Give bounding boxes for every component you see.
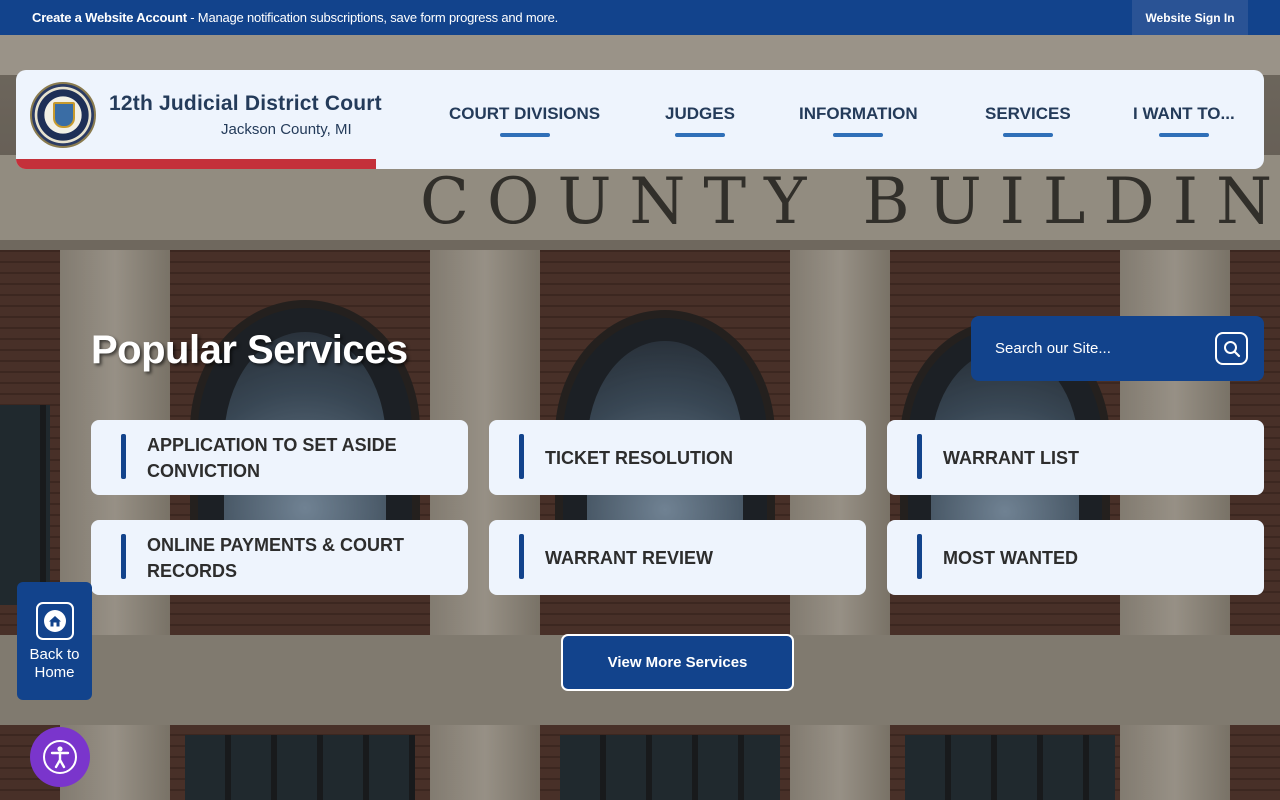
nav-i-want-to[interactable]: I WANT TO... [1133,104,1235,137]
nav-label: JUDGES [665,104,735,123]
service-card-label: ONLINE PAYMENTS & COURT RECORDS [147,534,405,581]
nav-label: INFORMATION [799,104,918,123]
site-search [971,316,1264,381]
site-subtitle: Jackson County, MI [221,121,352,138]
accessibility-button[interactable] [30,727,90,787]
service-card-label: TICKET RESOLUTION [545,447,733,468]
service-card-label: WARRANT REVIEW [545,547,713,568]
view-more-services-button[interactable]: View More Services [561,634,794,691]
service-card-online-payments[interactable]: ONLINE PAYMENTS & COURT RECORDS [91,520,468,595]
service-card-label: APPLICATION TO SET ASIDE CONVICTION [147,434,397,481]
accessibility-icon [43,740,77,774]
state-seal-logo[interactable] [30,82,96,148]
nav-information[interactable]: INFORMATION [799,104,918,137]
back-to-home-label: Back to Home [29,646,80,681]
create-account-promo[interactable]: Create a Website Account - Manage notifi… [32,10,558,25]
nav-services[interactable]: SERVICES [985,104,1071,137]
search-input[interactable] [995,336,1195,360]
back-to-home-button[interactable]: Back to Home [17,582,92,700]
home-icon [44,610,66,632]
service-card-label: MOST WANTED [943,547,1078,568]
service-card-most-wanted[interactable]: MOST WANTED [887,520,1264,595]
nav-label: SERVICES [985,104,1071,123]
search-icon [1223,340,1240,357]
nav-label: COURT DIVISIONS [449,104,601,123]
popular-services-heading: Popular Services [91,328,408,372]
service-card-warrant-list[interactable]: WARRANT LIST [887,420,1264,495]
service-card-label: WARRANT LIST [943,447,1079,468]
site-header: 12th Judicial District Court Jackson Cou… [16,70,1264,169]
service-card-ticket-resolution[interactable]: TICKET RESOLUTION [489,420,866,495]
nav-court-divisions[interactable]: COURT DIVISIONS [449,104,600,137]
nav-judges[interactable]: JUDGES [665,104,735,137]
search-button[interactable] [1215,332,1248,365]
site-title[interactable]: 12th Judicial District Court [109,92,382,116]
home-icon-frame [36,602,74,640]
website-sign-in-button[interactable]: Website Sign In [1132,0,1248,35]
service-card-warrant-review[interactable]: WARRANT REVIEW [489,520,866,595]
service-card-set-aside-conviction[interactable]: APPLICATION TO SET ASIDE CONVICTION [91,420,468,495]
nav-label: I WANT TO... [1133,104,1235,123]
header-accent-bar [16,159,376,169]
top-utility-bar: Create a Website Account - Manage notifi… [0,0,1280,35]
promo-description: - Manage notification subscriptions, sav… [186,10,559,25]
create-account-link[interactable]: Create a Website Account [32,10,187,25]
